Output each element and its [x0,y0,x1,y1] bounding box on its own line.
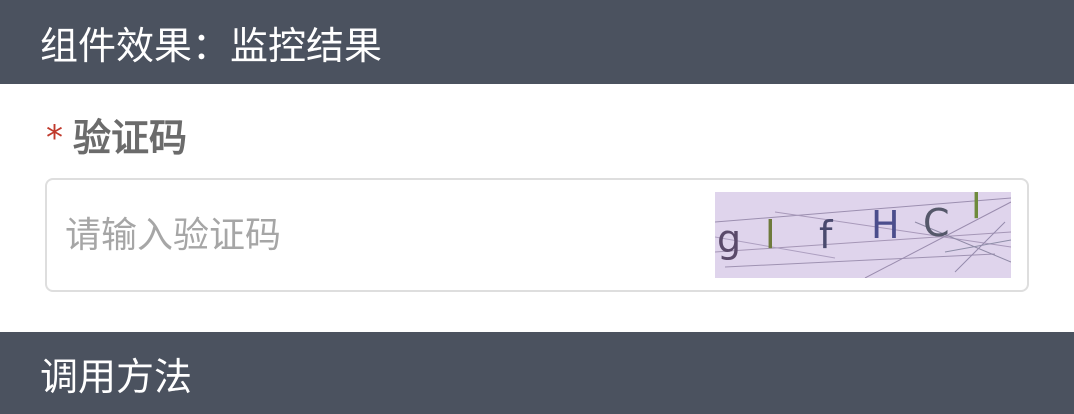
section-title-demo: 组件效果：监控结果 [40,23,383,68]
captcha-image[interactable]: glfHCl [715,192,1011,278]
captcha-label-text: 验证码 [73,115,188,160]
captcha-label: * 验证码 [46,108,187,160]
section-header-usage: 调用方法 [0,332,1074,414]
captcha-char: l [765,213,776,257]
captcha-graphic: glfHCl [715,192,1011,278]
captcha-char: g [717,217,741,261]
captcha-char: f [819,213,834,257]
captcha-char: C [923,201,950,245]
required-marker: * [46,118,63,158]
captcha-char: H [871,203,900,247]
captcha-input-container: glfHCl [45,178,1029,292]
section-title-usage: 调用方法 [40,354,193,399]
captcha-char: l [971,192,982,227]
section-header-demo: 组件效果：监控结果 [0,0,1074,84]
captcha-input[interactable] [65,200,705,270]
